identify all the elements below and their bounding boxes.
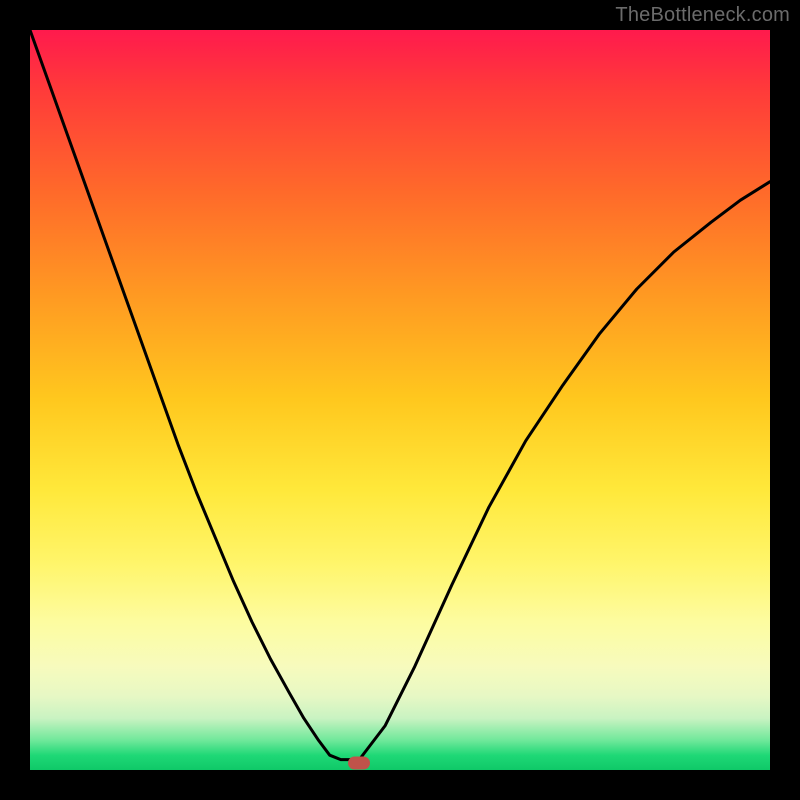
plot-area	[30, 30, 770, 770]
chart-frame: TheBottleneck.com	[0, 0, 800, 800]
curve-path	[30, 30, 770, 760]
watermark-text: TheBottleneck.com	[615, 4, 790, 27]
bottleneck-curve	[30, 30, 770, 770]
minimum-marker	[348, 756, 370, 769]
